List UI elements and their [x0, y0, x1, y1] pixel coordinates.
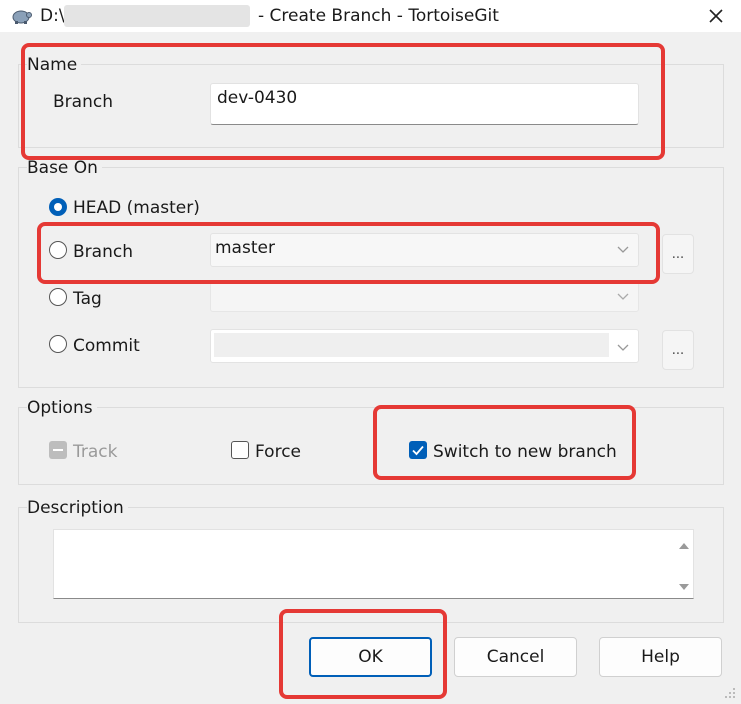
head-radio-label[interactable]: HEAD (master) — [73, 198, 200, 218]
commit-radio[interactable] — [49, 335, 67, 353]
chevron-down-icon — [617, 344, 629, 351]
commit-combo[interactable] — [210, 329, 639, 363]
description-textarea[interactable] — [53, 529, 694, 599]
ok-button[interactable]: OK — [309, 637, 432, 677]
scroll-down-icon[interactable] — [677, 580, 691, 594]
base-on-group-label: Base On — [27, 158, 102, 178]
force-checkbox[interactable] — [231, 441, 249, 459]
check-icon — [412, 445, 424, 456]
head-radio[interactable] — [49, 198, 67, 216]
tortoisegit-icon — [10, 6, 32, 26]
switch-branch-checkbox[interactable] — [409, 441, 427, 459]
options-group-label: Options — [27, 398, 97, 418]
branch-name-value: dev-0430 — [217, 88, 298, 108]
scroll-up-icon[interactable] — [677, 539, 691, 553]
commit-radio-label[interactable]: Commit — [73, 336, 140, 356]
browse-branch-button[interactable]: ... — [662, 234, 694, 274]
cancel-button[interactable]: Cancel — [454, 637, 577, 677]
switch-branch-label[interactable]: Switch to new branch — [433, 442, 617, 462]
branch-radio[interactable] — [49, 241, 67, 259]
indeterminate-icon — [53, 449, 63, 451]
chevron-down-icon — [617, 246, 629, 253]
base-branch-value: master — [215, 238, 275, 258]
window-title: - Create Branch - TortoiseGit — [258, 6, 499, 26]
chevron-down-icon — [617, 293, 629, 300]
tag-radio-label[interactable]: Tag — [73, 289, 102, 309]
commit-value — [214, 333, 609, 357]
base-branch-combo[interactable]: master — [210, 233, 639, 267]
track-checkbox[interactable] — [49, 441, 67, 459]
description-group-label: Description — [27, 498, 128, 518]
redacted-path — [64, 5, 250, 27]
options-group — [18, 407, 724, 485]
branch-name-label: Branch — [53, 92, 113, 112]
help-button[interactable]: Help — [599, 637, 722, 677]
tag-radio[interactable] — [49, 288, 67, 306]
resize-grip-icon[interactable] — [722, 684, 736, 698]
browse-commit-button[interactable]: ... — [662, 330, 694, 370]
close-button[interactable] — [698, 0, 734, 32]
branch-radio-label[interactable]: Branch — [73, 242, 133, 262]
window-title-path: D:\ — [40, 6, 65, 26]
branch-name-input[interactable]: dev-0430 — [210, 83, 639, 125]
name-group-label: Name — [27, 55, 82, 75]
track-label[interactable]: Track — [73, 442, 117, 462]
description-scrollbar[interactable] — [677, 538, 691, 592]
force-label[interactable]: Force — [255, 442, 301, 462]
tag-combo[interactable] — [210, 282, 639, 312]
close-icon — [709, 9, 723, 23]
